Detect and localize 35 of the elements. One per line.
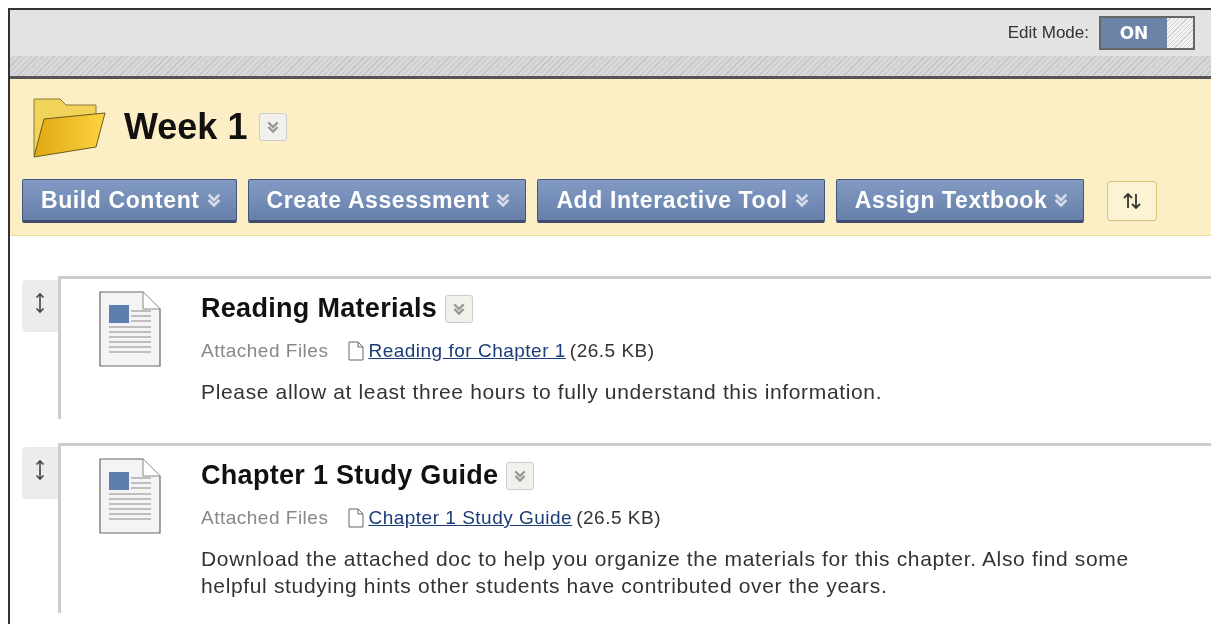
file-link[interactable]: Reading for Chapter 1 (368, 340, 566, 362)
reorder-button[interactable] (1107, 181, 1158, 221)
file-icon (348, 341, 365, 361)
item-description: Please allow at least three hours to fully understand this information. (201, 379, 883, 405)
chevron-icon (793, 192, 810, 208)
drag-handle[interactable] (22, 280, 58, 332)
chevron-icon (495, 192, 512, 208)
attached-files-label: Attached Files (201, 340, 329, 362)
folder-title: Week 1 (124, 106, 248, 148)
attached-files-label: Attached Files (201, 507, 329, 529)
document-icon (99, 291, 161, 367)
options-menu-button[interactable] (506, 461, 535, 490)
drag-handle[interactable] (22, 447, 58, 499)
chevron-icon (1053, 192, 1070, 208)
action-menu-button[interactable]: Add Interactive Tool (537, 179, 825, 223)
sort-arrows-icon (1122, 191, 1143, 211)
item-description: Download the attached doc to help you organize the materials for this chapter. Also find some helpful studying hints other students have contributed over the years. (201, 546, 1130, 599)
file-size: (26.5 KB) (576, 507, 661, 529)
chevron-icon (513, 468, 528, 483)
chevron-icon (266, 120, 281, 134)
action-menu-button[interactable]: Create Assessment (247, 179, 527, 223)
chevron-icon (452, 301, 467, 316)
action-menu-button[interactable]: Build Content (22, 179, 237, 223)
options-menu-button[interactable] (445, 294, 474, 323)
action-menu-button[interactable]: Assign Textbook (835, 179, 1085, 223)
file-size: (26.5 KB) (569, 340, 655, 362)
edit-mode-label: Edit Mode: (1007, 23, 1089, 43)
item-title: Chapter 1 Study Guide (201, 460, 499, 491)
file-icon (348, 508, 365, 528)
chevron-icon (205, 192, 222, 208)
item-title: Reading Materials (201, 293, 438, 324)
edit-mode-toggle[interactable]: ON (1099, 16, 1195, 50)
document-icon (99, 458, 161, 534)
folder-icon (32, 95, 106, 159)
file-link[interactable]: Chapter 1 Study Guide (368, 507, 573, 529)
